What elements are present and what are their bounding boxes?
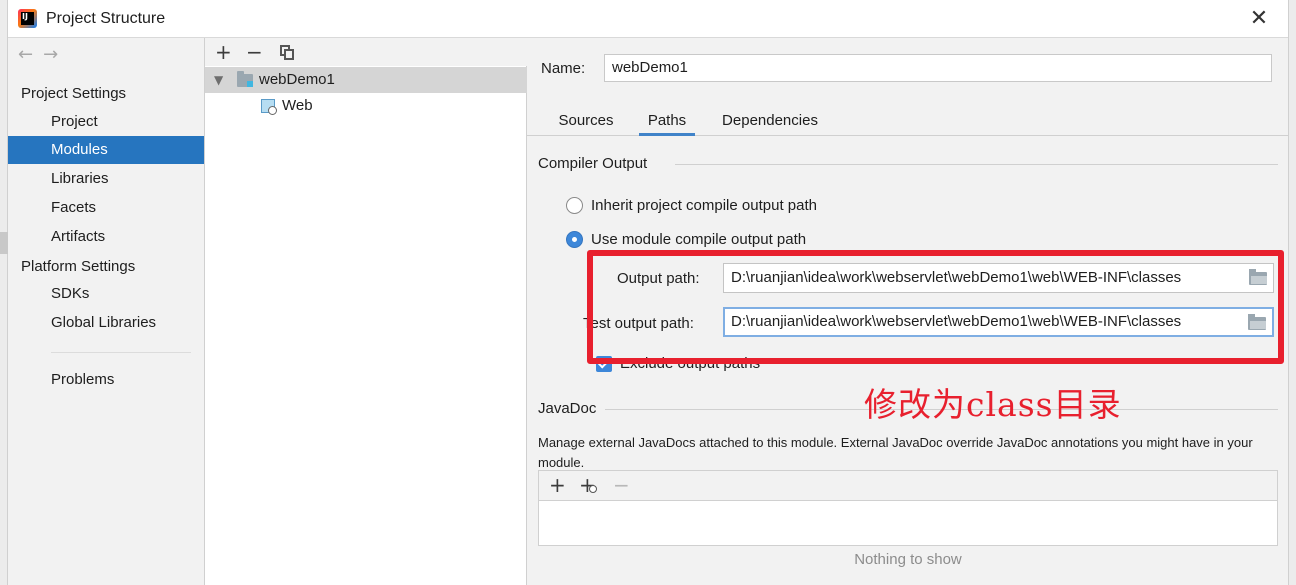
tab-sources[interactable]: Sources [557, 110, 615, 136]
inherit-output-radio[interactable] [566, 197, 583, 214]
close-icon[interactable]: ✕ [1246, 6, 1272, 32]
tree-toolbar: + − [205, 38, 527, 66]
module-tree-panel: + − ▼ webDemo1 Web [205, 38, 527, 585]
sidebar-item-modules[interactable]: Modules [8, 136, 204, 164]
add-javadoc-url-button[interactable]: + [579, 473, 597, 497]
window-title: Project Structure [46, 10, 166, 27]
javadoc-description: Manage external JavaDocs attached to thi… [538, 435, 1253, 470]
back-arrow-icon[interactable]: ← [18, 44, 33, 65]
module-tabs: Sources Paths Dependencies [527, 106, 1288, 136]
web-facet-icon [261, 99, 277, 115]
inherit-output-label: Inherit project compile output path [591, 197, 817, 214]
nav-divider [51, 352, 191, 353]
chevron-down-icon[interactable]: ▼ [214, 67, 223, 93]
add-module-button[interactable]: + [215, 40, 232, 64]
module-folder-icon [237, 71, 253, 87]
background-window-edge-right [1288, 0, 1296, 585]
module-name-field[interactable]: webDemo1 [604, 54, 1272, 82]
settings-nav-sidebar: ← → Project Settings Project Modules Libr… [8, 38, 205, 585]
name-label: Name: [541, 60, 586, 77]
project-settings-header: Project Settings [21, 85, 127, 102]
sidebar-item-global-libraries[interactable]: Global Libraries [8, 309, 204, 337]
add-javadoc-button[interactable]: + [549, 473, 566, 497]
forward-arrow-icon[interactable]: → [43, 44, 58, 65]
tree-node-web[interactable]: Web [205, 93, 527, 119]
module-output-label: Use module compile output path [591, 231, 807, 248]
background-window-edge [0, 0, 8, 585]
section-divider [675, 164, 1278, 165]
sidebar-item-sdks[interactable]: SDKs [8, 280, 204, 308]
copy-icon[interactable] [280, 45, 294, 60]
sidebar-item-libraries[interactable]: Libraries [8, 165, 204, 193]
title-bar: IJ Project Structure ✕ [8, 0, 1288, 38]
module-output-radio[interactable] [566, 231, 583, 248]
sidebar-item-facets[interactable]: Facets [8, 194, 204, 222]
empty-list-text: Nothing to show [854, 551, 962, 568]
remove-javadoc-button[interactable]: − [613, 473, 630, 497]
javadoc-toolbar: + + − [539, 471, 1277, 501]
tree-node-label: webDemo1 [259, 71, 335, 88]
highlight-annotation-box [587, 250, 1284, 364]
annotation-text: 修改为class目录 [864, 385, 1122, 424]
compiler-output-title: Compiler Output [538, 155, 648, 172]
javadoc-list-panel: + + − Nothing to show [538, 470, 1278, 568]
sidebar-item-artifacts[interactable]: Artifacts [8, 223, 204, 251]
globe-icon [589, 485, 597, 493]
sidebar-item-project[interactable]: Project [8, 108, 204, 136]
sidebar-item-problems[interactable]: Problems [8, 366, 204, 394]
tree-node-webdemo1[interactable]: ▼ webDemo1 [205, 67, 527, 93]
history-navigation: ← → [18, 44, 68, 65]
tab-paths[interactable]: Paths [639, 110, 695, 136]
tree-node-label: Web [282, 97, 313, 114]
intellij-idea-icon: IJ [18, 9, 37, 28]
tab-dependencies[interactable]: Dependencies [717, 110, 823, 136]
platform-settings-header: Platform Settings [21, 258, 136, 275]
remove-module-button[interactable]: − [246, 40, 263, 64]
javadoc-title: JavaDoc [538, 400, 597, 417]
